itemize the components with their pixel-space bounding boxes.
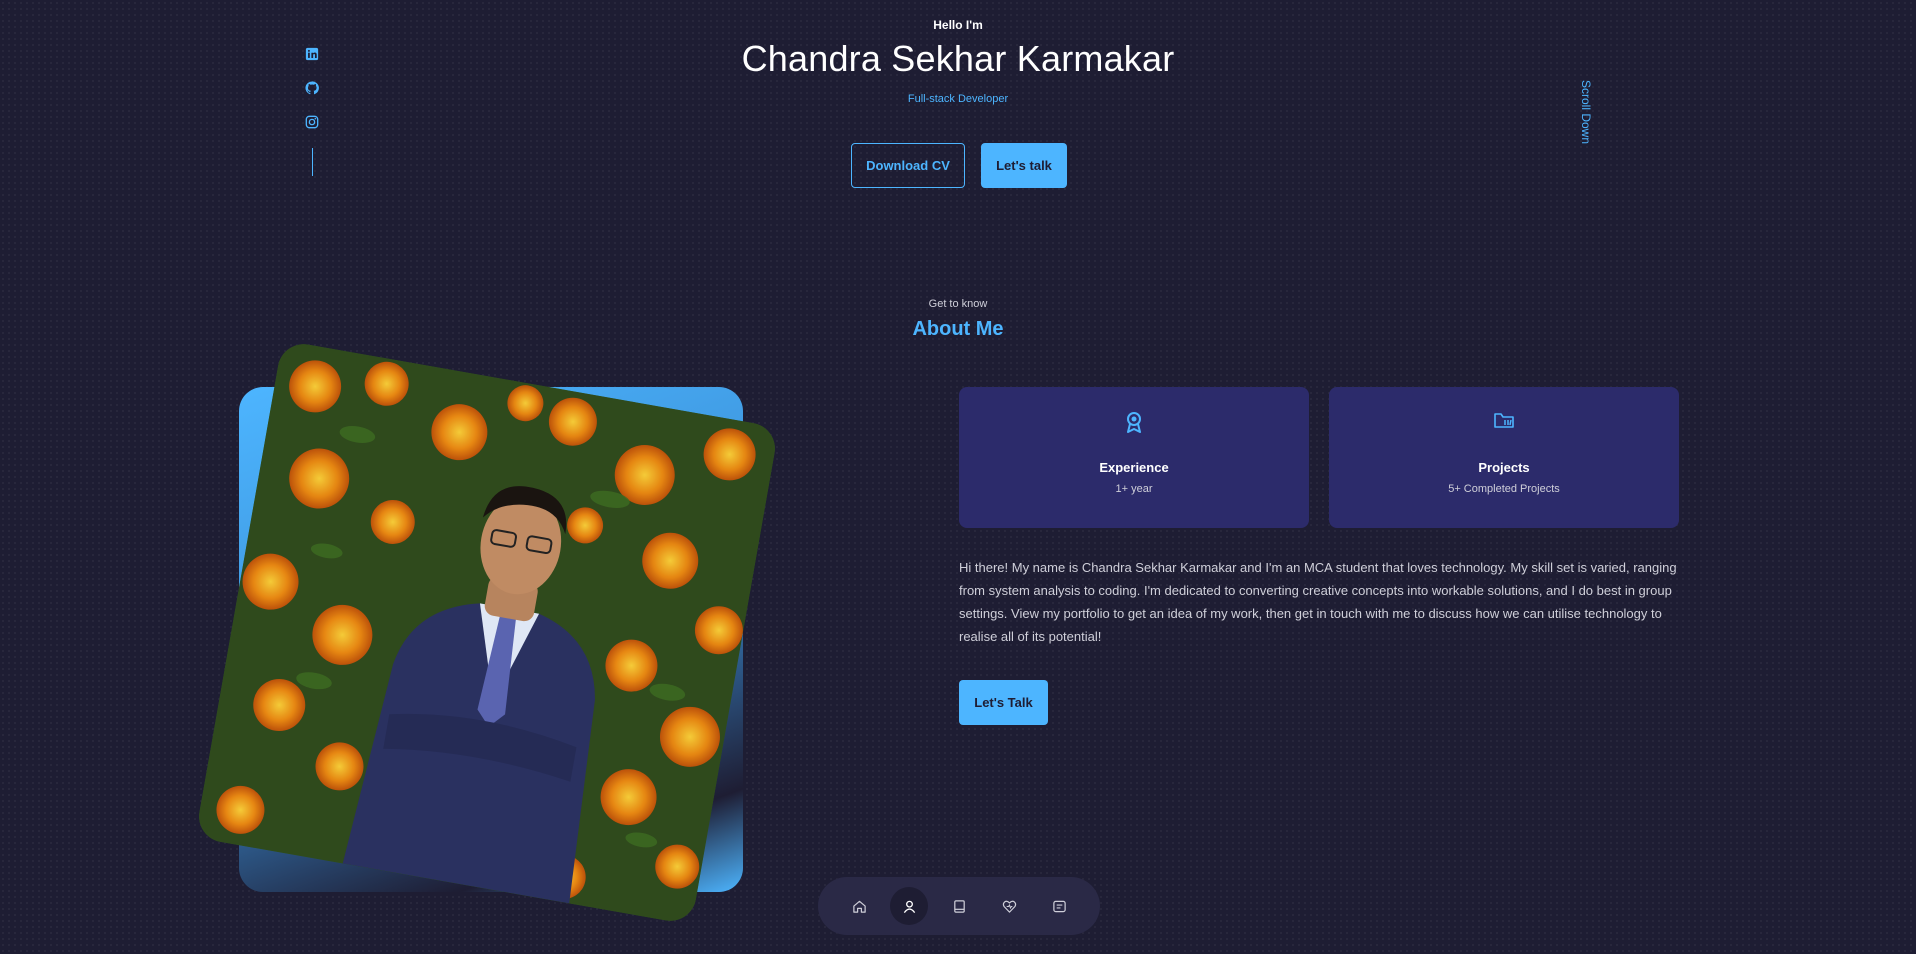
profile-photo xyxy=(194,340,780,925)
nav-home[interactable] xyxy=(840,887,878,925)
about-eyebrow: Get to know xyxy=(928,298,988,310)
award-icon xyxy=(959,411,1309,433)
lets-talk-button[interactable]: Let's talk xyxy=(981,143,1067,188)
services-icon xyxy=(1002,900,1016,913)
home-icon xyxy=(852,900,866,913)
linkedin-icon[interactable] xyxy=(304,46,320,62)
projects-value: 5+ Completed Projects xyxy=(1448,483,1560,495)
nav-contact[interactable] xyxy=(1040,887,1078,925)
about-title: About Me xyxy=(912,318,1004,340)
scroll-down-link[interactable]: Scroll Down xyxy=(1579,80,1593,144)
book-icon xyxy=(953,899,965,913)
user-icon xyxy=(903,900,915,913)
experience-value: 1+ year xyxy=(1115,483,1153,495)
hero-name: Chandra Sekhar Karmakar xyxy=(741,38,1175,79)
hero-role: Full-stack Developer xyxy=(907,93,1009,105)
social-divider-line xyxy=(312,148,313,176)
folder-icon xyxy=(1329,411,1679,429)
about-lets-talk-button[interactable]: Let's Talk xyxy=(959,680,1048,725)
nav-services[interactable] xyxy=(990,887,1028,925)
projects-card: Projects 5+ Completed Projects xyxy=(1329,387,1679,528)
greeting-text: Hello I'm xyxy=(933,18,983,32)
nav-experience[interactable] xyxy=(940,887,978,925)
download-cv-button[interactable]: Download CV xyxy=(851,143,965,188)
experience-title: Experience xyxy=(1099,460,1169,475)
about-description: Hi there! My name is Chandra Sekhar Karm… xyxy=(959,560,1677,644)
instagram-icon[interactable] xyxy=(304,114,320,130)
nav-about[interactable] xyxy=(890,887,928,925)
projects-title: Projects xyxy=(1478,460,1530,475)
message-icon xyxy=(1052,900,1066,912)
experience-card: Experience 1+ year xyxy=(959,387,1309,528)
bottom-nav xyxy=(818,877,1100,935)
github-icon[interactable] xyxy=(304,80,320,96)
